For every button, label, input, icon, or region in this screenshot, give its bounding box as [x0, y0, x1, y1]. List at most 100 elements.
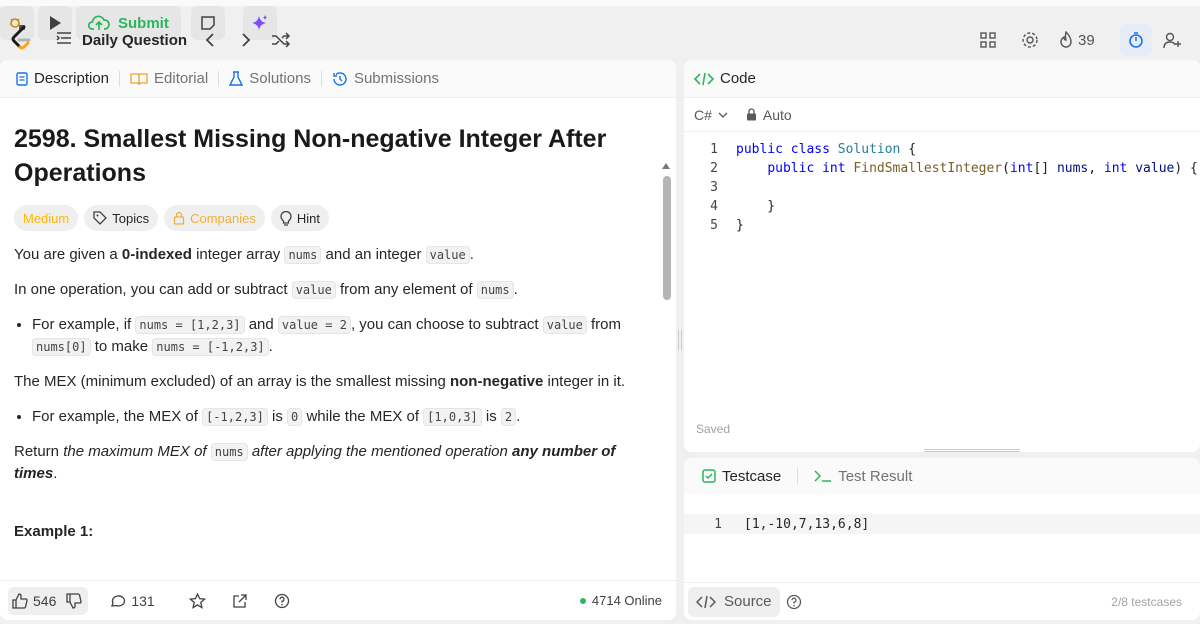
code-panel: Code C# Auto 1 public class Solution { 2… [684, 60, 1200, 452]
vertical-resize-handle[interactable] [678, 330, 682, 350]
vote-group: 546 [8, 586, 89, 615]
problem-list-icon [56, 31, 72, 49]
streak-counter[interactable]: 39 [1058, 26, 1095, 54]
description-scrollbar[interactable] [660, 162, 672, 620]
description-paragraph: Return the maximum MEX of nums after app… [14, 443, 616, 482]
terminal-icon [814, 470, 832, 482]
hint-tag[interactable]: Hint [270, 205, 329, 231]
thumbs-down-icon [66, 592, 83, 609]
like-button[interactable]: 546 [8, 587, 60, 615]
companies-tag[interactable]: Companies [164, 205, 265, 231]
description-tabs: Description Editorial Solutions Submissi… [0, 60, 676, 98]
help-button[interactable] [270, 587, 294, 615]
line-number: 1 [710, 142, 718, 157]
code-brackets-icon [694, 72, 714, 85]
tab-divider [320, 70, 322, 87]
history-icon [333, 71, 347, 86]
code-editor[interactable]: 1 public class Solution { 2 public int F… [684, 140, 1200, 235]
topics-label: Topics [112, 210, 150, 226]
problem-content: 2598. Smallest Missing Non-negative Inte… [14, 110, 644, 541]
like-count: 546 [33, 592, 57, 609]
list-item: For example, if nums = [1,2,3] and value… [32, 314, 644, 358]
stopwatch-icon [1129, 32, 1143, 48]
tab-submissions[interactable]: Submissions [326, 70, 445, 87]
dislike-button[interactable] [60, 587, 88, 615]
testcases-count: 2/8 testcases [1111, 594, 1182, 609]
lock-icon [746, 108, 756, 121]
tab-solutions[interactable]: Solutions [223, 70, 317, 87]
share-button[interactable] [228, 587, 252, 615]
tab-description-label: Description [34, 70, 110, 87]
tab-submissions-label: Submissions [353, 70, 439, 87]
description-footer: 546 131 4714 Online [0, 580, 676, 620]
random-question-button[interactable] [267, 26, 295, 54]
flame-icon [1060, 31, 1072, 48]
source-help-button[interactable] [786, 594, 802, 610]
source-label: Source [724, 593, 772, 610]
code-tab-header: Code [684, 60, 1200, 98]
testcase-footer: Source 2/8 testcases [684, 582, 1200, 620]
editor-toolbar: C# Auto [684, 98, 1200, 132]
testcase-tabs: Testcase Test Result [684, 458, 1200, 494]
tab-divider [119, 70, 121, 87]
book-icon [130, 72, 148, 85]
companies-label: Companies [190, 210, 256, 226]
testcase-value: [1,-10,7,13,6,8] [744, 516, 870, 532]
hint-label: Hint [296, 210, 320, 226]
add-user-icon [1163, 32, 1181, 49]
tab-divider [218, 70, 220, 87]
example-heading: Example 1: [14, 523, 94, 540]
list-item: For example, the MEX of [-1,2,3] is 0 wh… [32, 406, 644, 428]
streak-count: 39 [1078, 31, 1095, 49]
question-circle-icon [786, 594, 801, 609]
difficulty-badge: Medium [14, 205, 79, 231]
topics-tag[interactable]: Topics [84, 205, 159, 231]
chevron-left-icon [205, 33, 214, 47]
scrollbar-thumb[interactable] [663, 176, 671, 300]
settings-button[interactable] [1016, 26, 1044, 54]
language-select[interactable]: C# [694, 107, 728, 123]
tag-icon [93, 211, 108, 225]
auto-mode-toggle[interactable]: Auto [746, 107, 792, 123]
chevron-down-icon [718, 112, 728, 118]
example-bullet-list: For example, if nums = [1,2,3] and value… [14, 314, 644, 358]
line-number: 4 [710, 199, 718, 214]
horizontal-resize-handle[interactable] [924, 449, 1020, 452]
leetcode-logo-icon[interactable] [8, 24, 36, 54]
tab-editorial[interactable]: Editorial [124, 70, 214, 87]
tab-testcase[interactable]: Testcase [696, 468, 787, 485]
daily-question-button[interactable]: Daily Question [56, 26, 187, 54]
source-button[interactable]: Source [688, 586, 780, 617]
checkbox-icon [702, 469, 716, 483]
tab-description[interactable]: Description [10, 70, 115, 87]
testcase-input[interactable]: 1 [1,-10,7,13,6,8] [684, 514, 1200, 534]
scroll-up-icon [662, 163, 670, 169]
invite-button[interactable] [1158, 26, 1186, 54]
layout-button[interactable] [974, 26, 1002, 54]
daily-question-label: Daily Question [82, 31, 188, 49]
online-indicator: 4714 Online [579, 593, 662, 608]
tab-test-result-label: Test Result [838, 467, 913, 485]
testcase-panel: Testcase Test Result 1 [1,-10,7,13,6,8] … [684, 458, 1200, 620]
line-number: 3 [710, 180, 718, 195]
prev-question-button[interactable] [196, 26, 224, 54]
online-count: 4714 Online [591, 593, 662, 608]
line-number: 2 [710, 161, 718, 176]
comments-button[interactable]: 131 [106, 587, 158, 615]
code-line: 1 public class Solution { [684, 140, 1200, 159]
problem-title[interactable]: 2598. Smallest Missing Non-negative Inte… [14, 122, 644, 190]
code-line: 4 } [684, 197, 1200, 216]
grid-layout-icon [980, 32, 996, 48]
next-question-button[interactable] [232, 26, 260, 54]
shuffle-icon [272, 32, 291, 48]
code-tab-label: Code [720, 70, 756, 87]
gear-icon [1022, 32, 1038, 48]
external-link-icon [233, 593, 247, 608]
timer-button[interactable] [1120, 24, 1152, 56]
question-circle-icon [274, 593, 289, 608]
line-number: 5 [710, 218, 718, 233]
chevron-right-icon [242, 33, 251, 47]
problem-tags: Medium Topics Companies Hint [14, 205, 644, 231]
favorite-button[interactable] [185, 587, 210, 615]
tab-test-result[interactable]: Test Result [808, 468, 918, 485]
